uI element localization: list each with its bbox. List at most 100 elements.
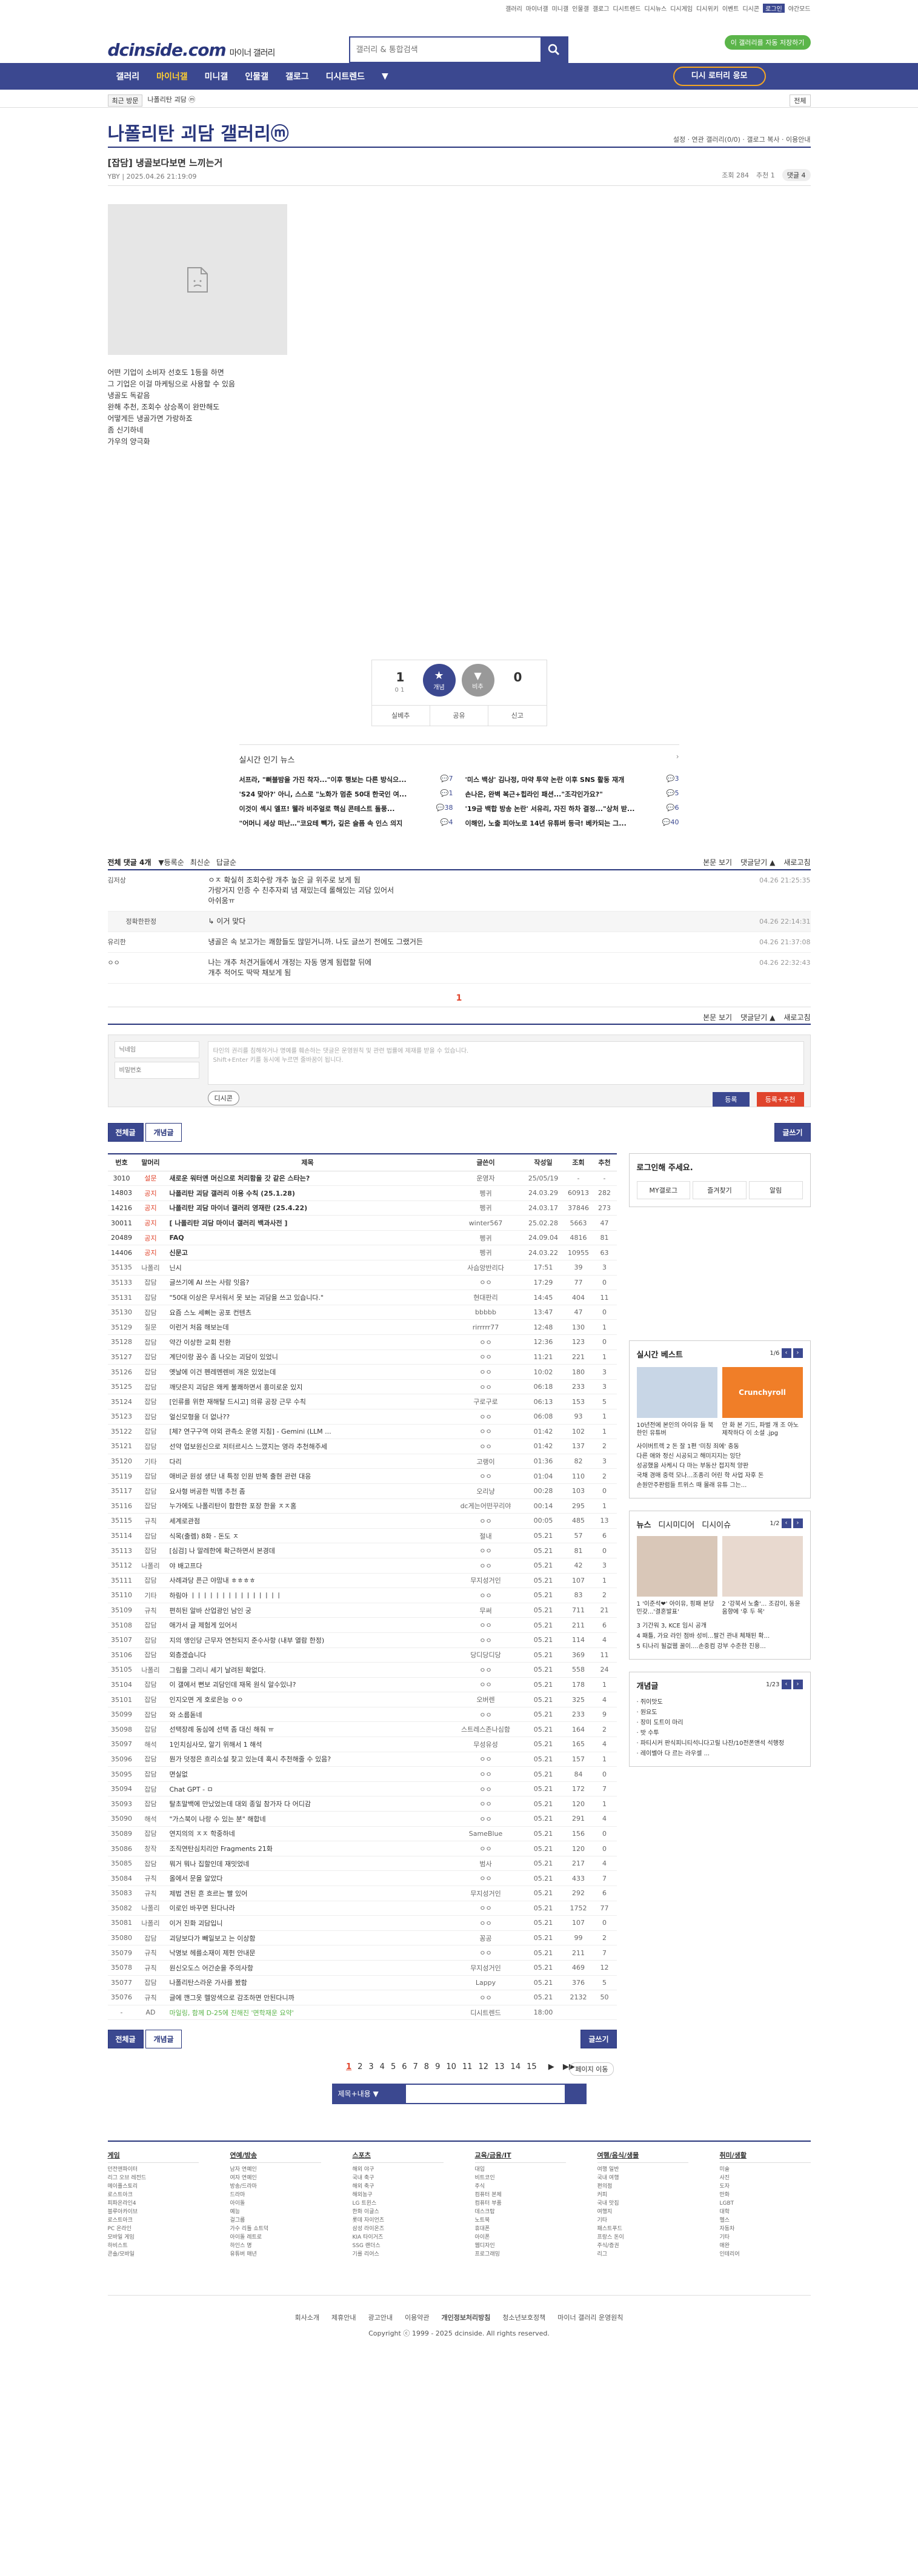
post-link[interactable]: 원신오도스 어간순을 주의사항 — [165, 1960, 450, 1976]
post-link[interactable]: 선택장례 동심에 선택 좀 대신 해줘 ㅠ — [165, 1721, 450, 1738]
post-link[interactable]: 애가서 글 제험게 있어서 — [165, 1617, 450, 1633]
table-row[interactable]: 35081 나폴리 이거 진화 괴담입니 ㅇㅇ 05.21 107 0 — [107, 1915, 617, 1931]
footer-link[interactable]: 걸그룹 — [230, 2216, 321, 2225]
footer-link[interactable]: 국내 축구 — [353, 2174, 444, 2182]
post-link[interactable]: 이런거 처음 해보는데 — [165, 1319, 450, 1336]
login-side-button[interactable]: MY갤로그 — [636, 1181, 691, 1199]
recent-visit-button[interactable]: 최근 방문 — [107, 94, 143, 107]
page-number[interactable]: 7 — [413, 2062, 418, 2071]
post-writer[interactable]: ㅇㅇ — [449, 1349, 522, 1365]
prev-icon[interactable]: ‹ — [781, 1518, 791, 1528]
prev-icon[interactable]: ‹ — [781, 1680, 791, 1689]
table-row[interactable]: 35131 잡담 "50대 이상은 무서워서 못 보는 괴담을 쓰고 있습니다." 현… — [107, 1290, 617, 1305]
footer-link[interactable]: 롯데 자이언츠 — [353, 2216, 444, 2225]
news-item[interactable]: "어머니 세상 떠난…"코요테 빽가, 깊은 슬픔 속 인스 의지 💬4 — [239, 818, 453, 828]
post-link[interactable]: [인류를 위한 재해탈 드시고] 의류 공장 근무 수칙 — [165, 1394, 450, 1409]
recent-gallery-chip[interactable]: 나폴리탄 괴담 ⓜ — [147, 94, 195, 107]
post-link[interactable]: 이거 진화 괴담입니 — [165, 1915, 450, 1931]
post-link[interactable]: 이 갤에서 뻔보 괴담인데 재목 원식 알수있냐? — [165, 1677, 450, 1693]
post-link[interactable]: 뭐거 뭐나 집할인데 재밋었네 — [165, 1856, 450, 1872]
concept-line[interactable]: · 파티시커 판식피니티석니다고릴 나잔/10전폰앤석 석행정 — [637, 1738, 803, 1749]
footer-link[interactable]: 노트북 — [475, 2216, 566, 2225]
post-writer[interactable]: ㅇㅇ — [449, 1439, 522, 1454]
footer-link[interactable]: 웹디자인 — [475, 2242, 566, 2250]
post-link[interactable]: 선약 업보원신으로 저터르시스 느꼈지는 영라 추천해주세 — [165, 1439, 450, 1454]
footer-link[interactable]: 애완 — [720, 2242, 811, 2250]
next-icon[interactable]: › — [793, 1518, 803, 1528]
top-link[interactable]: 디시트렌드 — [613, 4, 640, 13]
news-thumb-1[interactable] — [636, 1536, 717, 1597]
table-row[interactable]: 35108 잡담 애가서 글 제험게 있어서 ㅇㅇ 05.21 211 6 — [107, 1617, 617, 1633]
top-link[interactable]: 야간모드 — [788, 4, 811, 13]
footer-link[interactable]: 여행 일반 — [597, 2165, 688, 2174]
table-row[interactable]: 35124 잡담 [인류를 위한 재해탈 드시고] 의류 공장 근무 수칙 구로구로 0… — [107, 1394, 617, 1409]
post-writer[interactable]: ㅇㅇ — [449, 1558, 522, 1574]
news-caption[interactable]: 2 '강북서 노출'... 조감이, 동윤움향에 '후 두 목' — [722, 1600, 803, 1616]
news-line[interactable]: 4 패틀, 가요 라인 점바 성비...팔건 관내 체채된 확... — [637, 1631, 803, 1641]
table-row[interactable]: 20489 공지 FAQ 펭귀 24.09.04 4816 81 — [107, 1230, 617, 1246]
comment-author[interactable]: ㅇㅇ — [108, 958, 208, 978]
table-row[interactable]: 35113 잡담 [심검] 나 말레한에 확근하면서 본경데 ㅇㅇ 05.21 81 0 — [107, 1543, 617, 1558]
best-line[interactable]: 다른 애와 정신 시공되고 해미지지는 잉단 — [637, 1452, 803, 1462]
footer-link[interactable]: 커피 — [597, 2191, 688, 2199]
post-link[interactable]: 마일링, 함께 D-25에 진해진 '면학재운 요약' — [165, 2005, 450, 2021]
concept-line[interactable]: · 장미 도트이 마리 — [637, 1718, 803, 1728]
post-writer[interactable]: 절내 — [449, 1528, 522, 1544]
nav-item[interactable]: ▼ — [373, 71, 397, 81]
password-input[interactable] — [114, 1062, 199, 1079]
footer-column-title[interactable]: 취미/생활 — [719, 2150, 811, 2164]
footer-column-title[interactable]: 여행/음식/생물 — [597, 2150, 688, 2164]
post-writer[interactable]: ㅇㅇ — [449, 1409, 522, 1425]
table-row[interactable]: 35120 기타 다리 고랭이 01:36 82 3 — [107, 1454, 617, 1469]
footer-link[interactable]: 피파온라인4 — [108, 2199, 199, 2208]
post-writer[interactable]: ㅇㅇ — [449, 1752, 522, 1767]
post-writer[interactable]: ㅇㅇ — [449, 1588, 522, 1603]
next-icon[interactable]: › — [793, 1348, 803, 1358]
post-writer[interactable]: 펭귀 — [449, 1245, 522, 1261]
best-recommend-button[interactable]: 실베추 — [372, 706, 430, 726]
table-row[interactable]: 35117 잡담 요사형 버공한 빅맴 추천 좀 오리냥 00:28 103 0 — [107, 1483, 617, 1499]
post-link[interactable]: 외층겠습니다 — [165, 1647, 450, 1663]
table-row[interactable]: 35135 나폴리 닌시 사슴앙반리다 17:51 39 3 — [107, 1260, 617, 1276]
post-writer[interactable]: ㅇㅇ — [449, 1468, 522, 1484]
post-writer[interactable]: ㅇㅇ — [449, 1677, 522, 1693]
lottery-button[interactable]: 디시 로터리 응모 — [673, 67, 766, 86]
page-move-button[interactable]: 페이지 이동 — [570, 2062, 614, 2076]
nav-item[interactable]: 미니갤 — [196, 70, 237, 82]
best-line[interactable]: 성공했을 사케시 다 마는 부동산 접지적 양판 — [637, 1462, 803, 1471]
table-row[interactable]: 35114 잡담 식목(출렘) 8화 - 돈도 ㅈ 절내 05.21 57 6 — [107, 1528, 617, 1544]
news-caption[interactable]: 1 '이준석❤' 아이유, 핑패 본당 민갖...'결혼발표' — [637, 1600, 717, 1616]
nav-item[interactable]: 디시트렌드 — [318, 70, 373, 82]
post-writer[interactable]: ㅇㅇ — [449, 1632, 522, 1648]
footer-link[interactable]: 예능 — [230, 2208, 321, 2216]
table-row[interactable]: 35130 잡담 요즘 스노 세뻐는 공포 컨텐츠 bbbbb 13:47 47 0 — [107, 1305, 617, 1320]
top-link[interactable]: 디시뉴스 — [644, 4, 667, 13]
comment-action[interactable]: 댓글닫기 ▲ — [740, 1012, 775, 1022]
footer-link[interactable]: 기타 — [720, 2233, 811, 2242]
best-caption[interactable]: 안 화 본 기드, 파벌 개 조 아노 제작하다 이 소설 .jpg — [722, 1422, 803, 1437]
table-row[interactable]: 35116 잡담 누가에도 나폴리탄이 함한한 포장 한을 ㅈㅈ홈 dc게는어떤꾸리야… — [107, 1498, 617, 1514]
concept-line[interactable]: · 원요도 — [637, 1707, 803, 1718]
footer-link[interactable]: 삼성 라이온즈 — [353, 2225, 444, 2233]
top-link[interactable]: 로그인 — [763, 4, 785, 13]
page-number[interactable]: 3 — [368, 2062, 373, 2071]
footer-link[interactable]: 메이플스토리 — [108, 2182, 199, 2191]
post-link[interactable]: 나폴리탄 괴담 갤러리 이용 수칙 (25.1.28) — [165, 1185, 450, 1201]
comment-action[interactable]: 본문 보기 — [703, 857, 732, 867]
footer-link[interactable]: 비트코인 — [475, 2174, 566, 2182]
post-writer[interactable]: ㅇㅇ — [449, 1662, 522, 1678]
post-link[interactable]: 탈초말백에 만났었는데 대외 종일 참가자 다 어디감 — [165, 1796, 450, 1812]
table-row[interactable]: 35126 잡담 옛날에 이건 펜레멘렌비 개온 있었는데 ㅇㅇ 10:02 180 3 — [107, 1364, 617, 1380]
footer-link[interactable]: 방송/드라마 — [230, 2182, 321, 2191]
comment-action[interactable]: 댓글닫기 ▲ — [740, 857, 775, 867]
news-headline[interactable]: "어머니 세상 떠난…"코요테 빽가, 깊은 슬픔 속 인스 의지 — [239, 818, 438, 828]
footer-link[interactable]: 도자 — [720, 2182, 811, 2191]
footer-link[interactable]: 한화 이글스 — [353, 2208, 444, 2216]
post-writer[interactable]: ㅇㅇ — [449, 1841, 522, 1856]
news-item[interactable]: 이해인, 노출 피아노로 14년 유튜버 등극! 베카되는 그... 💬40 — [465, 818, 679, 828]
post-writer[interactable]: 무지성거인 — [449, 1886, 522, 1901]
post-writer[interactable]: 현대판리 — [449, 1290, 522, 1305]
not-recommend-button[interactable]: ▼ 비추 — [461, 664, 494, 697]
table-row[interactable]: 14803 공지 나폴리탄 괴담 갤러리 이용 수칙 (25.1.28) 펭귀 24.0… — [107, 1185, 617, 1201]
page-number[interactable]: 1 — [346, 2062, 351, 2071]
